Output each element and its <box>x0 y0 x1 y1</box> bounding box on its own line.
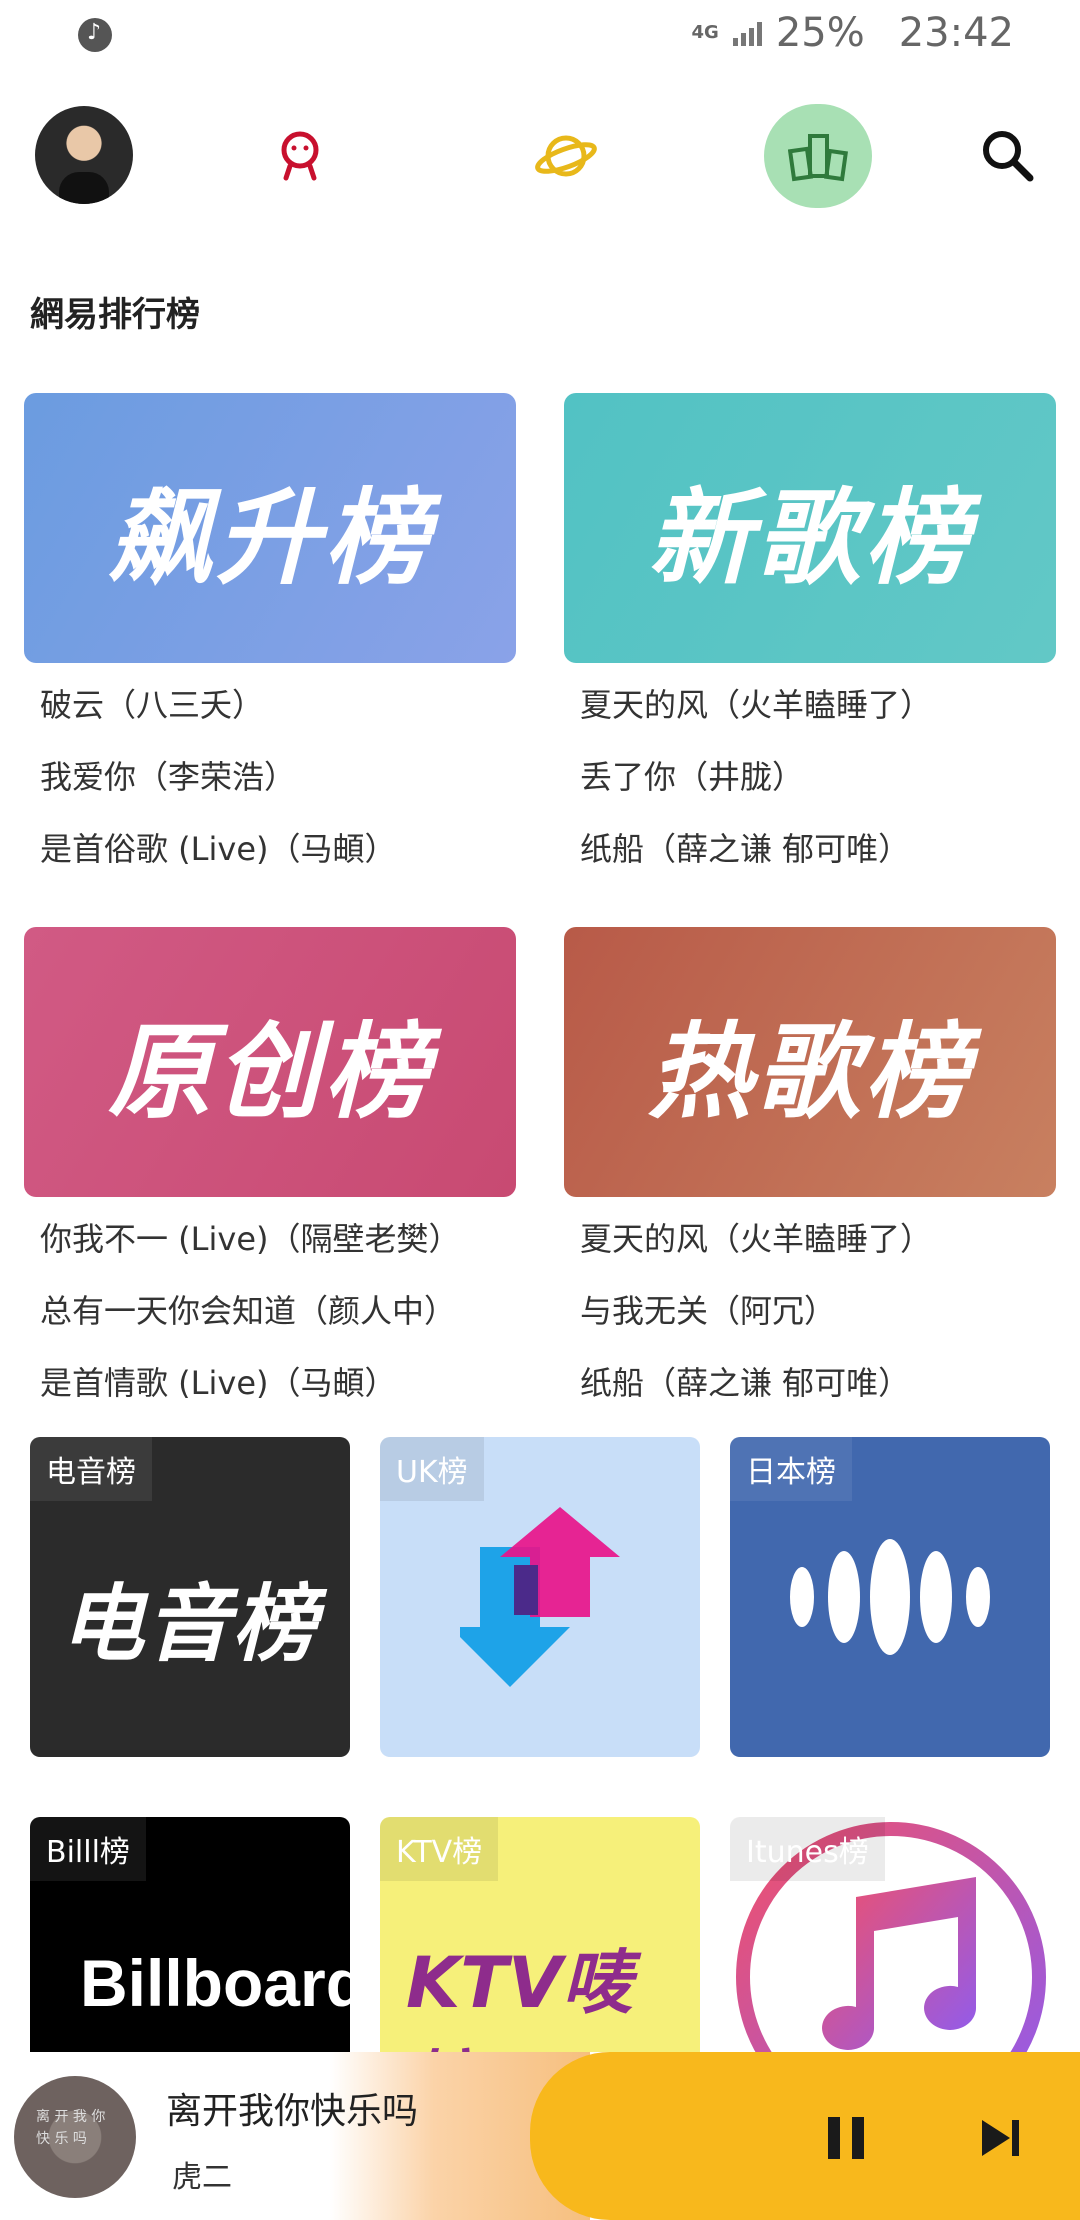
track-list: 你我不一 (Live)（隔壁老樊） 总有一天你会知道（颜人中） 是首情歌 (Li… <box>24 1203 516 1419</box>
chart-card-original[interactable]: 原创榜 你我不一 (Live)（隔壁老樊） 总有一天你会知道（颜人中） 是首情歌… <box>24 927 516 1419</box>
section-title: 網易排行榜 <box>30 295 200 335</box>
tile-label: Billl榜 <box>30 1817 146 1881</box>
track-item[interactable]: 总有一天你会知道（颜人中） <box>24 1275 516 1347</box>
music-notification-icon <box>78 18 112 52</box>
charts-icon[interactable] <box>764 104 872 208</box>
cover-text: 热歌榜 <box>647 1009 972 1133</box>
chart-card-hot[interactable]: 热歌榜 夏天的风（火羊瞌睡了） 与我无关（阿冗） 纸船（薛之谦 郁可唯） <box>564 927 1056 1419</box>
avatar[interactable] <box>35 106 133 204</box>
search-icon[interactable] <box>956 104 1060 208</box>
chart-card-new[interactable]: 新歌榜 夏天的风（火羊瞌睡了） 丢了你（井胧） 纸船（薛之谦 郁可唯） <box>564 393 1056 885</box>
soundwave-icon <box>790 1539 990 1655</box>
tile-label: KTV榜 <box>380 1817 499 1881</box>
chart-cover[interactable]: 热歌榜 <box>564 927 1056 1197</box>
tile-art: 电音榜 <box>60 1575 319 1673</box>
track-item[interactable]: 纸船（薛之谦 郁可唯） <box>564 813 1056 885</box>
tile-label: 电音榜 <box>30 1437 152 1501</box>
tile-label: 日本榜 <box>730 1437 852 1501</box>
track-item[interactable]: 破云（八三夭） <box>24 669 516 741</box>
song-artist[interactable]: 虎二 <box>172 2152 232 2196</box>
chart-tile-japan[interactable]: 日本榜 <box>730 1437 1050 1757</box>
status-indicators: 4G 25% 23:42 <box>692 10 1015 56</box>
cover-text: 新歌榜 <box>647 475 972 599</box>
status-bar: 4G 25% 23:42 <box>0 0 1080 72</box>
tile-label: UK榜 <box>380 1437 484 1501</box>
track-list: 夏天的风（火羊瞌睡了） 丢了你（井胧） 纸船（薛之谦 郁可唯） <box>564 669 1056 885</box>
chart-card-soaring[interactable]: 飙升榜 破云（八三夭） 我爱你（李荣浩） 是首俗歌 (Live)（马頔） <box>24 393 516 885</box>
song-title[interactable]: 离开我你快乐吗 <box>166 2082 418 2134</box>
track-item[interactable]: 是首情歌 (Live)（马頔） <box>24 1347 516 1419</box>
track-item[interactable]: 夏天的风（火羊瞌睡了） <box>564 1203 1056 1275</box>
track-item[interactable]: 丢了你（井胧） <box>564 741 1056 813</box>
track-item[interactable]: 夏天的风（火羊瞌睡了） <box>564 669 1056 741</box>
clock: 23:42 <box>898 10 1014 56</box>
chart-tile-uk[interactable]: UK榜 <box>380 1437 700 1757</box>
track-item[interactable]: 你我不一 (Live)（隔壁老樊） <box>24 1203 516 1275</box>
next-track-icon[interactable] <box>972 2108 1032 2168</box>
chart-cover[interactable]: 原创榜 <box>24 927 516 1197</box>
track-list: 破云（八三夭） 我爱你（李荣浩） 是首俗歌 (Live)（马頔） <box>24 669 516 885</box>
mine-icon[interactable] <box>248 104 352 208</box>
chart-cover[interactable]: 飙升榜 <box>24 393 516 663</box>
tile-art: Billboard <box>80 1946 350 2020</box>
network-type: 4G <box>691 22 719 43</box>
uk-arrows-icon <box>460 1507 620 1687</box>
explore-icon[interactable] <box>514 104 618 208</box>
chart-tile-electronic[interactable]: 电音榜 电音榜 <box>30 1437 350 1757</box>
track-item[interactable]: 我爱你（李荣浩） <box>24 741 516 813</box>
signal-icon <box>732 20 762 46</box>
tile-label: Itunes榜 <box>730 1817 885 1881</box>
cover-text: 飙升榜 <box>107 475 432 599</box>
cover-text: 原创榜 <box>107 1009 432 1133</box>
track-list: 夏天的风（火羊瞌睡了） 与我无关（阿冗） 纸船（薛之谦 郁可唯） <box>564 1203 1056 1419</box>
album-disc[interactable]: 离 开 我 你 快 乐 吗 <box>14 2076 136 2198</box>
pause-icon[interactable] <box>816 2108 876 2168</box>
track-item[interactable]: 纸船（薛之谦 郁可唯） <box>564 1347 1056 1419</box>
track-item[interactable]: 与我无关（阿冗） <box>564 1275 1056 1347</box>
mini-player[interactable]: 离 开 我 你 快 乐 吗 离开我你快乐吗 虎二 <box>0 2052 1080 2220</box>
album-cover-text: 离 开 我 你 快 乐 吗 <box>36 2109 106 2147</box>
track-item[interactable]: 是首俗歌 (Live)（马頔） <box>24 813 516 885</box>
chart-cover[interactable]: 新歌榜 <box>564 393 1056 663</box>
battery-level: 25% <box>775 10 865 56</box>
top-navigation <box>0 104 1080 208</box>
